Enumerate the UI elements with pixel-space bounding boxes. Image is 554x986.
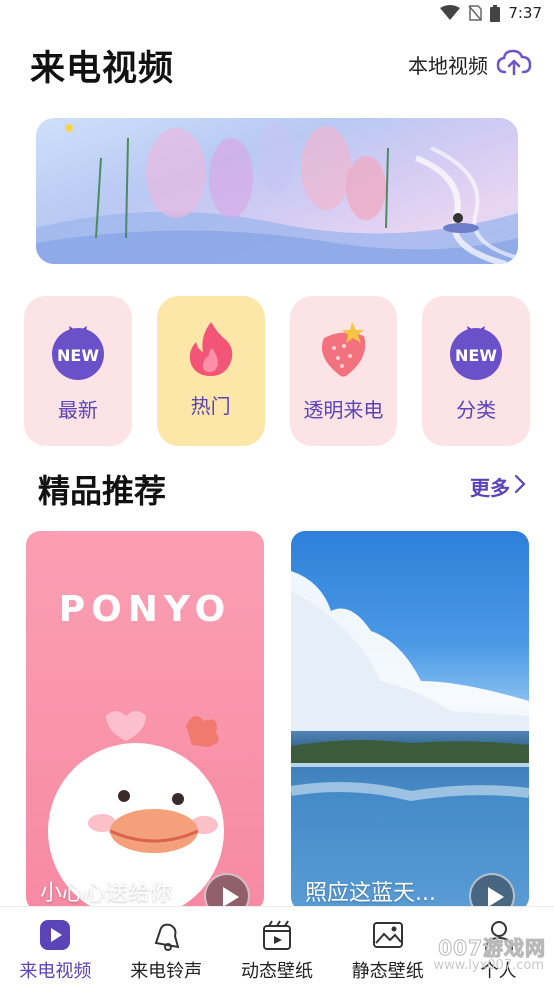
banner-image[interactable] bbox=[36, 118, 518, 264]
header: 来电视频 本地视频 bbox=[30, 38, 532, 94]
status-icons: 7:37 bbox=[440, 4, 542, 22]
play-video-icon bbox=[37, 917, 73, 953]
video-card[interactable]: PONYO 小心心送给你 bbox=[26, 531, 264, 911]
nav-label: 静态壁纸 bbox=[351, 961, 424, 982]
new-badge-icon: NEW bbox=[49, 318, 107, 380]
nav-label: 来电视频 bbox=[19, 961, 92, 982]
category-classify[interactable]: NEW 分类 bbox=[422, 296, 530, 446]
page-title: 来电视频 bbox=[30, 49, 175, 89]
strawberry-icon bbox=[314, 318, 372, 380]
category-hot[interactable]: 热门 bbox=[156, 296, 265, 446]
battery-icon bbox=[490, 4, 501, 22]
bell-icon bbox=[148, 917, 184, 953]
nav-item-static-wallpaper[interactable]: 静态壁纸 bbox=[332, 907, 443, 986]
chevron-right-icon bbox=[514, 474, 526, 499]
duck-illustration bbox=[48, 711, 224, 911]
status-bar: 7:37 bbox=[0, 0, 554, 30]
sim-off-icon bbox=[468, 5, 483, 21]
more-link[interactable]: 更多 bbox=[470, 472, 526, 501]
category-label: 透明来电 bbox=[303, 398, 384, 422]
flame-icon bbox=[182, 318, 240, 380]
nav-item-call-video[interactable]: 来电视频 bbox=[0, 907, 111, 986]
image-icon bbox=[370, 917, 406, 953]
nav-item-live-wallpaper[interactable]: 动态壁纸 bbox=[222, 907, 333, 986]
card-title: 照应这蓝天... bbox=[305, 881, 436, 906]
watermark-logo: 007游戏网 bbox=[438, 936, 546, 961]
wifi-icon bbox=[440, 5, 461, 21]
card-title: 小心心送给你 bbox=[40, 881, 173, 906]
nav-label: 动态壁纸 bbox=[240, 961, 313, 982]
banner-illustration bbox=[36, 122, 518, 264]
section-title: 精品推荐 bbox=[38, 472, 167, 510]
more-label: 更多 bbox=[470, 476, 510, 500]
local-video-button[interactable]: 本地视频 bbox=[408, 48, 532, 81]
nav-label: 来电铃声 bbox=[130, 961, 203, 982]
category-label: 最新 bbox=[57, 398, 98, 422]
status-time: 7:37 bbox=[508, 4, 542, 22]
new-badge-icon: NEW bbox=[447, 318, 505, 380]
category-transparent-call[interactable]: 透明来电 bbox=[289, 296, 398, 446]
nav-item-ringtone[interactable]: 来电铃声 bbox=[111, 907, 222, 986]
watermark-url: www.lyx007.com bbox=[433, 958, 544, 973]
category-row: NEW 最新 热门 透明来电 NEW 分类 bbox=[24, 296, 530, 446]
sky-lake-photo bbox=[291, 571, 529, 911]
category-label: 分类 bbox=[456, 398, 497, 422]
category-newest[interactable]: NEW 最新 bbox=[24, 296, 132, 446]
clapper-icon bbox=[259, 917, 295, 953]
video-card[interactable]: 照应这蓝天... bbox=[291, 531, 529, 911]
local-video-label: 本地视频 bbox=[408, 54, 488, 78]
cloud-upload-icon bbox=[496, 48, 532, 81]
category-label: 热门 bbox=[190, 394, 231, 418]
svg-text:NEW: NEW bbox=[57, 346, 99, 365]
svg-text:NEW: NEW bbox=[455, 346, 497, 365]
